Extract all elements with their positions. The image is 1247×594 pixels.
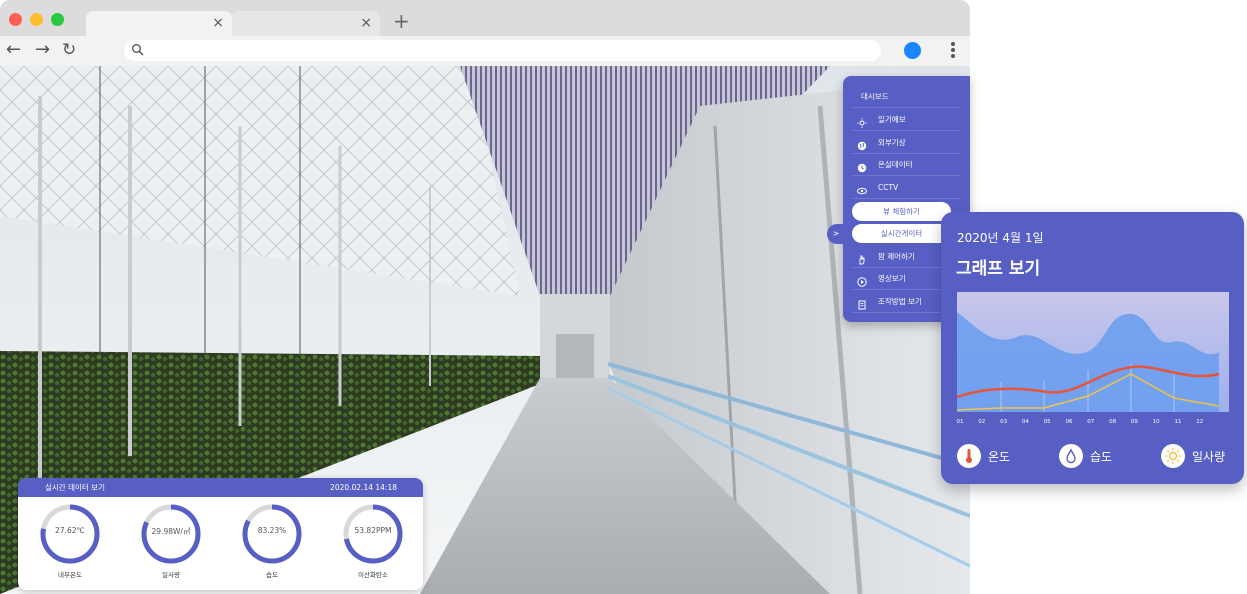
menu-item-label: 외부기상 — [878, 138, 906, 147]
clock-icon — [857, 160, 867, 173]
gauge: 53.82PPM — [341, 502, 405, 566]
menu-header-dashboard: 대시보드 — [852, 86, 961, 108]
environment-graph — [957, 292, 1229, 412]
sensor-panel-title: 실시간 데이터 보기 — [45, 483, 105, 492]
menu-item[interactable]: 외부기상 — [852, 132, 961, 154]
x-tick-label: 02 — [978, 419, 986, 425]
x-tick-label: 03 — [1000, 419, 1008, 425]
minimize-window-button[interactable] — [30, 13, 43, 26]
graph-date: 2020년 4월 1일 — [957, 231, 1044, 245]
legend-label: 온도 — [988, 450, 1011, 464]
gauge: 29.98W/㎡ — [139, 502, 203, 566]
x-tick-label: 01 — [956, 419, 964, 425]
menu-item-label: 조작방법 보기 — [878, 297, 922, 306]
sun-icon — [1161, 444, 1185, 468]
menu-item-label: 영상보기 — [878, 274, 906, 283]
sensor-panel-datetime: 2020.02.14 14:18 — [330, 483, 397, 492]
gauge: 27.62℃ — [38, 502, 102, 566]
x-tick-label: 10 — [1152, 419, 1160, 425]
menu-item-label: 일기예보 — [878, 115, 906, 124]
menu-toggle-button[interactable]: > — [827, 224, 845, 244]
close-window-button[interactable] — [9, 13, 22, 26]
gauge-label: 내부온도 — [58, 571, 82, 579]
reload-button[interactable]: ↻ — [62, 39, 76, 61]
gauge-value: 53.82PPM — [354, 526, 392, 535]
x-tick-label: 06 — [1065, 419, 1073, 425]
graph-card: 2020년 4월 1일 그래프 보기 01 02 03 04 05 06 07 08 09 10 1… — [941, 212, 1244, 484]
x-tick-label: 05 — [1043, 419, 1051, 425]
play-icon — [857, 274, 867, 287]
browser-tab[interactable]: × — [232, 11, 380, 36]
tab-bar: × × + — [0, 0, 970, 36]
x-tick-label: 07 — [1087, 419, 1095, 425]
menu-item[interactable]: 뷰 체험하기 — [852, 202, 951, 221]
tab-close-icon[interactable]: × — [212, 14, 224, 32]
menu-item-label: 뷰 체험하기 — [883, 207, 920, 216]
sensor-panel-header: 실시간 데이터 보기 2020.02.14 14:18 — [18, 478, 423, 497]
profile-avatar[interactable] — [904, 42, 921, 59]
realtime-sensor-panel: 실시간 데이터 보기 2020.02.14 14:18 27.62℃ 내부온도 29… — [18, 478, 423, 590]
menu-item-label: 온실데이터 — [878, 160, 913, 169]
menu-item-label: 대시보드 — [861, 92, 889, 101]
menu-item[interactable]: 온실데이터 — [852, 154, 961, 176]
sun-icon — [857, 115, 867, 128]
x-tick-label: 08 — [1109, 419, 1117, 425]
gauge: 83.23% — [240, 502, 304, 566]
hand-icon — [857, 252, 867, 265]
forward-button[interactable]: → — [35, 39, 50, 61]
search-icon — [132, 44, 144, 56]
gauge-value: 29.98W/㎡ — [151, 527, 191, 536]
gauge-value: 83.23% — [257, 526, 287, 535]
x-tick-label: 12 — [1196, 419, 1204, 425]
menu-item[interactable]: 일기예보 — [852, 109, 961, 131]
back-button[interactable]: ← — [6, 39, 21, 61]
browser-menu-icon[interactable] — [946, 40, 960, 62]
droplet-icon — [1059, 444, 1083, 468]
menu-item[interactable]: 실시간게이터 — [852, 224, 951, 243]
eye-icon — [857, 183, 867, 195]
menu-item-label: CCTV — [878, 183, 899, 192]
gauge-label: 일사량 — [162, 571, 180, 579]
tab-close-icon[interactable]: × — [360, 14, 372, 32]
x-tick-label: 09 — [1130, 419, 1138, 425]
browser-toolbar: ← → ↻ — [0, 36, 970, 66]
gauge-value: 27.62℃ — [55, 526, 85, 535]
document-icon — [857, 297, 867, 310]
x-tick-label: 11 — [1174, 419, 1182, 425]
legend-label: 일사량 — [1192, 450, 1226, 464]
address-bar[interactable] — [124, 40, 881, 61]
gauge-label: 이산화탄소 — [358, 571, 388, 579]
menu-item[interactable]: CCTV — [852, 177, 961, 199]
new-tab-button[interactable]: + — [393, 10, 410, 32]
legend-label: 습도 — [1090, 450, 1113, 464]
graph-title: 그래프 보기 — [956, 259, 1041, 279]
globe-icon — [857, 138, 867, 151]
gauge-label: 습도 — [266, 571, 278, 579]
menu-item-label: 팜 제어하기 — [878, 252, 915, 261]
maximize-window-button[interactable] — [51, 13, 64, 26]
thermometer-icon — [957, 444, 981, 468]
x-tick-label: 04 — [1021, 419, 1029, 425]
menu-item-label: 실시간게이터 — [880, 229, 923, 238]
browser-tab[interactable]: × — [86, 11, 232, 36]
